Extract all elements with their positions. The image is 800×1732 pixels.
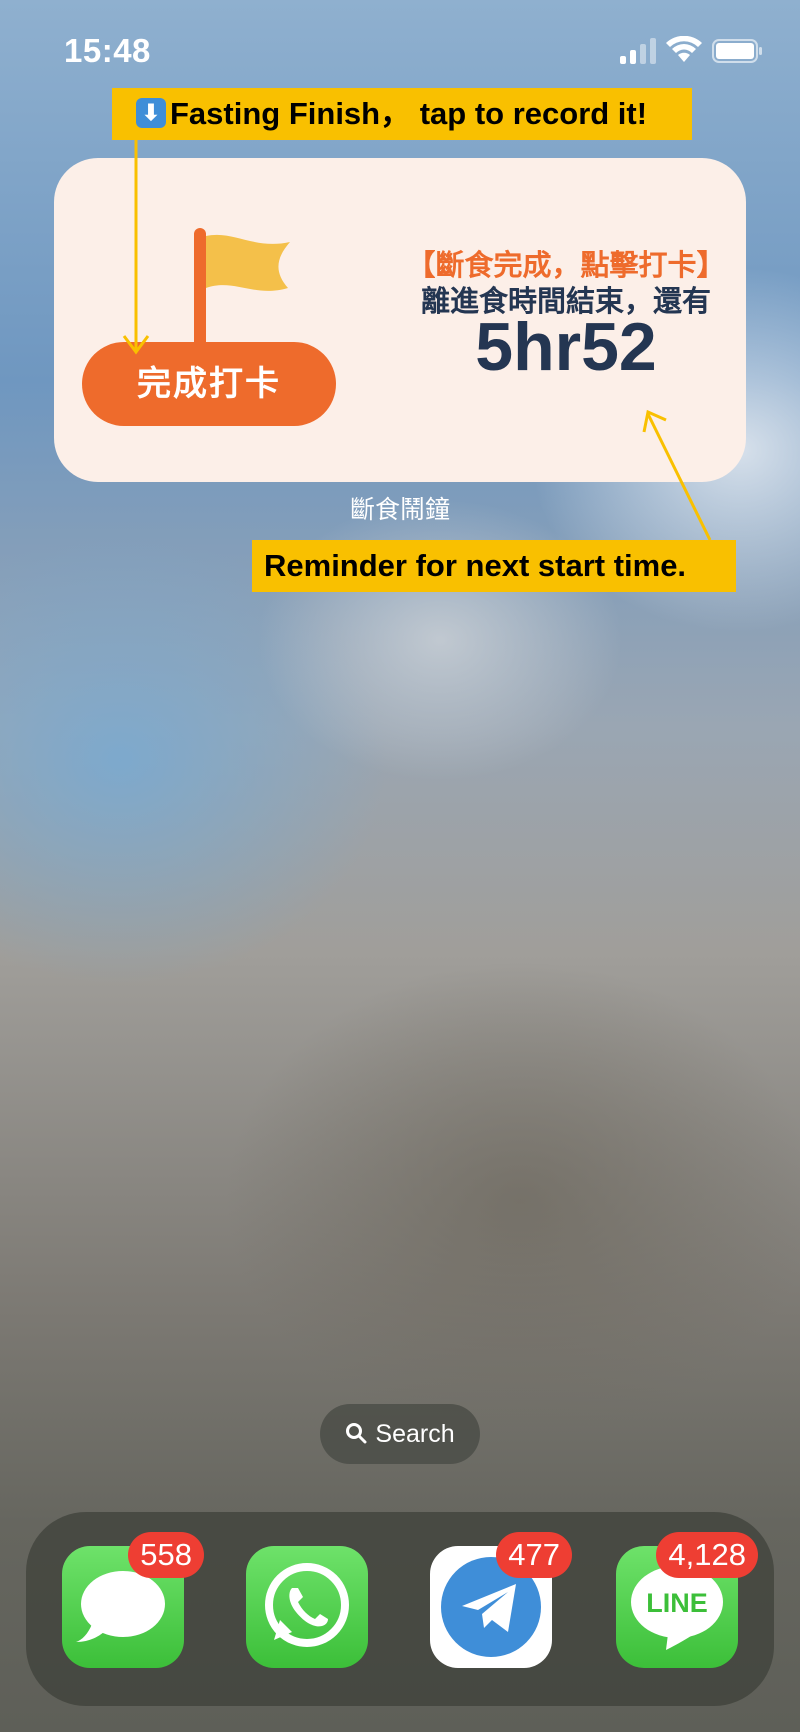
check-in-button[interactable]: 完成打卡: [82, 342, 336, 426]
notification-badge: 4,128: [656, 1532, 758, 1578]
search-button[interactable]: Search: [320, 1404, 480, 1464]
dock: 558 477 LINE 4,128: [26, 1512, 774, 1706]
fasting-widget[interactable]: 完成打卡 【斷食完成，點擊打卡】 離進食時間結束，還有 5hr52: [54, 158, 746, 482]
app-telegram[interactable]: 477: [430, 1532, 572, 1668]
line-icon-text: LINE: [646, 1588, 708, 1618]
notification-badge: 477: [496, 1532, 572, 1578]
widget-timer: 5hr52: [475, 309, 657, 385]
annotation-fasting-finish: ⬇ Fasting Finish， tap to record it!: [112, 88, 692, 140]
annotation-reminder: Reminder for next start time.: [252, 540, 736, 592]
status-time: 15:48: [64, 32, 151, 69]
annotation-fasting-finish-text: Fasting Finish， tap to record it!: [170, 96, 648, 131]
search-label: Search: [375, 1420, 455, 1448]
cellular-signal-icon: [620, 38, 656, 64]
app-messages[interactable]: 558: [62, 1532, 204, 1668]
app-whatsapp[interactable]: [246, 1546, 368, 1668]
app-line[interactable]: LINE 4,128: [616, 1532, 758, 1668]
flag-icon: [194, 228, 290, 348]
status-bar: 15:48: [0, 0, 800, 100]
battery-icon: [712, 39, 762, 63]
down-arrow-icon: ⬇: [136, 97, 166, 128]
notification-badge: 558: [128, 1532, 204, 1578]
wifi-icon: [666, 36, 702, 62]
search-icon: [346, 1423, 367, 1444]
widget-app-label: 斷食鬧鐘: [349, 496, 450, 524]
annotation-reminder-text: Reminder for next start time.: [264, 548, 687, 583]
whatsapp-icon: [265, 1563, 349, 1647]
